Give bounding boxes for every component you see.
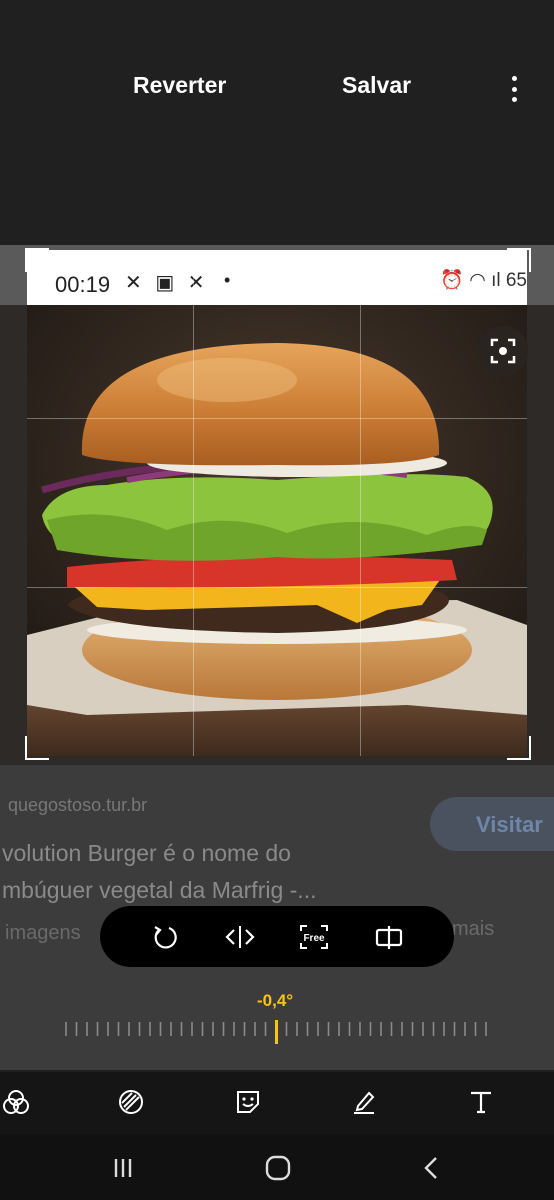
bg-source-text: quegostoso.tur.br	[8, 795, 148, 815]
status-dot: •	[224, 270, 231, 290]
bg-more-images: imagens	[5, 922, 81, 944]
recent-apps-icon[interactable]	[105, 1150, 141, 1186]
screenshot-status-bar: 00:19 ✕ ▣ ✕ • ⏰ ◠ ıl 65	[27, 250, 527, 305]
back-icon[interactable]	[414, 1150, 450, 1186]
revert-button[interactable]: Reverter	[133, 72, 226, 99]
flip-horizontal-icon[interactable]	[220, 917, 260, 957]
bg-visit-label: Visitar	[476, 812, 543, 837]
crop-frame[interactable]: 00:19 ✕ ▣ ✕ • ⏰ ◠ ıl 65	[27, 250, 527, 756]
crop-handle-bottom-left[interactable]	[25, 736, 49, 760]
save-button[interactable]: Salvar	[342, 72, 411, 99]
aspect-ratio-icon[interactable]	[369, 917, 409, 957]
text-icon[interactable]	[465, 1086, 497, 1118]
rotation-indicator	[275, 1020, 278, 1044]
rotate-icon[interactable]	[145, 917, 185, 957]
crop-handle-top-right[interactable]	[507, 248, 531, 272]
adjust-icon[interactable]	[115, 1086, 147, 1118]
transform-toolbar: Free	[100, 906, 454, 967]
status-notification-icons: ✕ ▣ ✕	[125, 272, 209, 294]
lens-scan-icon[interactable]	[478, 326, 528, 376]
status-time: 00:19	[55, 272, 111, 297]
rotation-angle-label: -0,4°	[257, 991, 294, 1010]
bg-title: volution Burger é o nome do mbúguer vege…	[2, 840, 317, 903]
crop-handle-bottom-right[interactable]	[507, 736, 531, 760]
crop-handle-top-left[interactable]	[25, 248, 49, 272]
free-label: Free	[304, 933, 326, 944]
more-options-icon[interactable]	[504, 76, 524, 102]
top-bar	[0, 0, 554, 180]
bg-more-suffix: mais	[452, 918, 495, 940]
home-icon[interactable]	[260, 1150, 296, 1186]
draw-icon[interactable]	[348, 1086, 380, 1118]
burger-photo	[27, 305, 527, 756]
filters-icon[interactable]	[0, 1086, 32, 1118]
sticker-icon[interactable]	[232, 1086, 264, 1118]
free-aspect-button[interactable]: Free	[294, 917, 334, 957]
